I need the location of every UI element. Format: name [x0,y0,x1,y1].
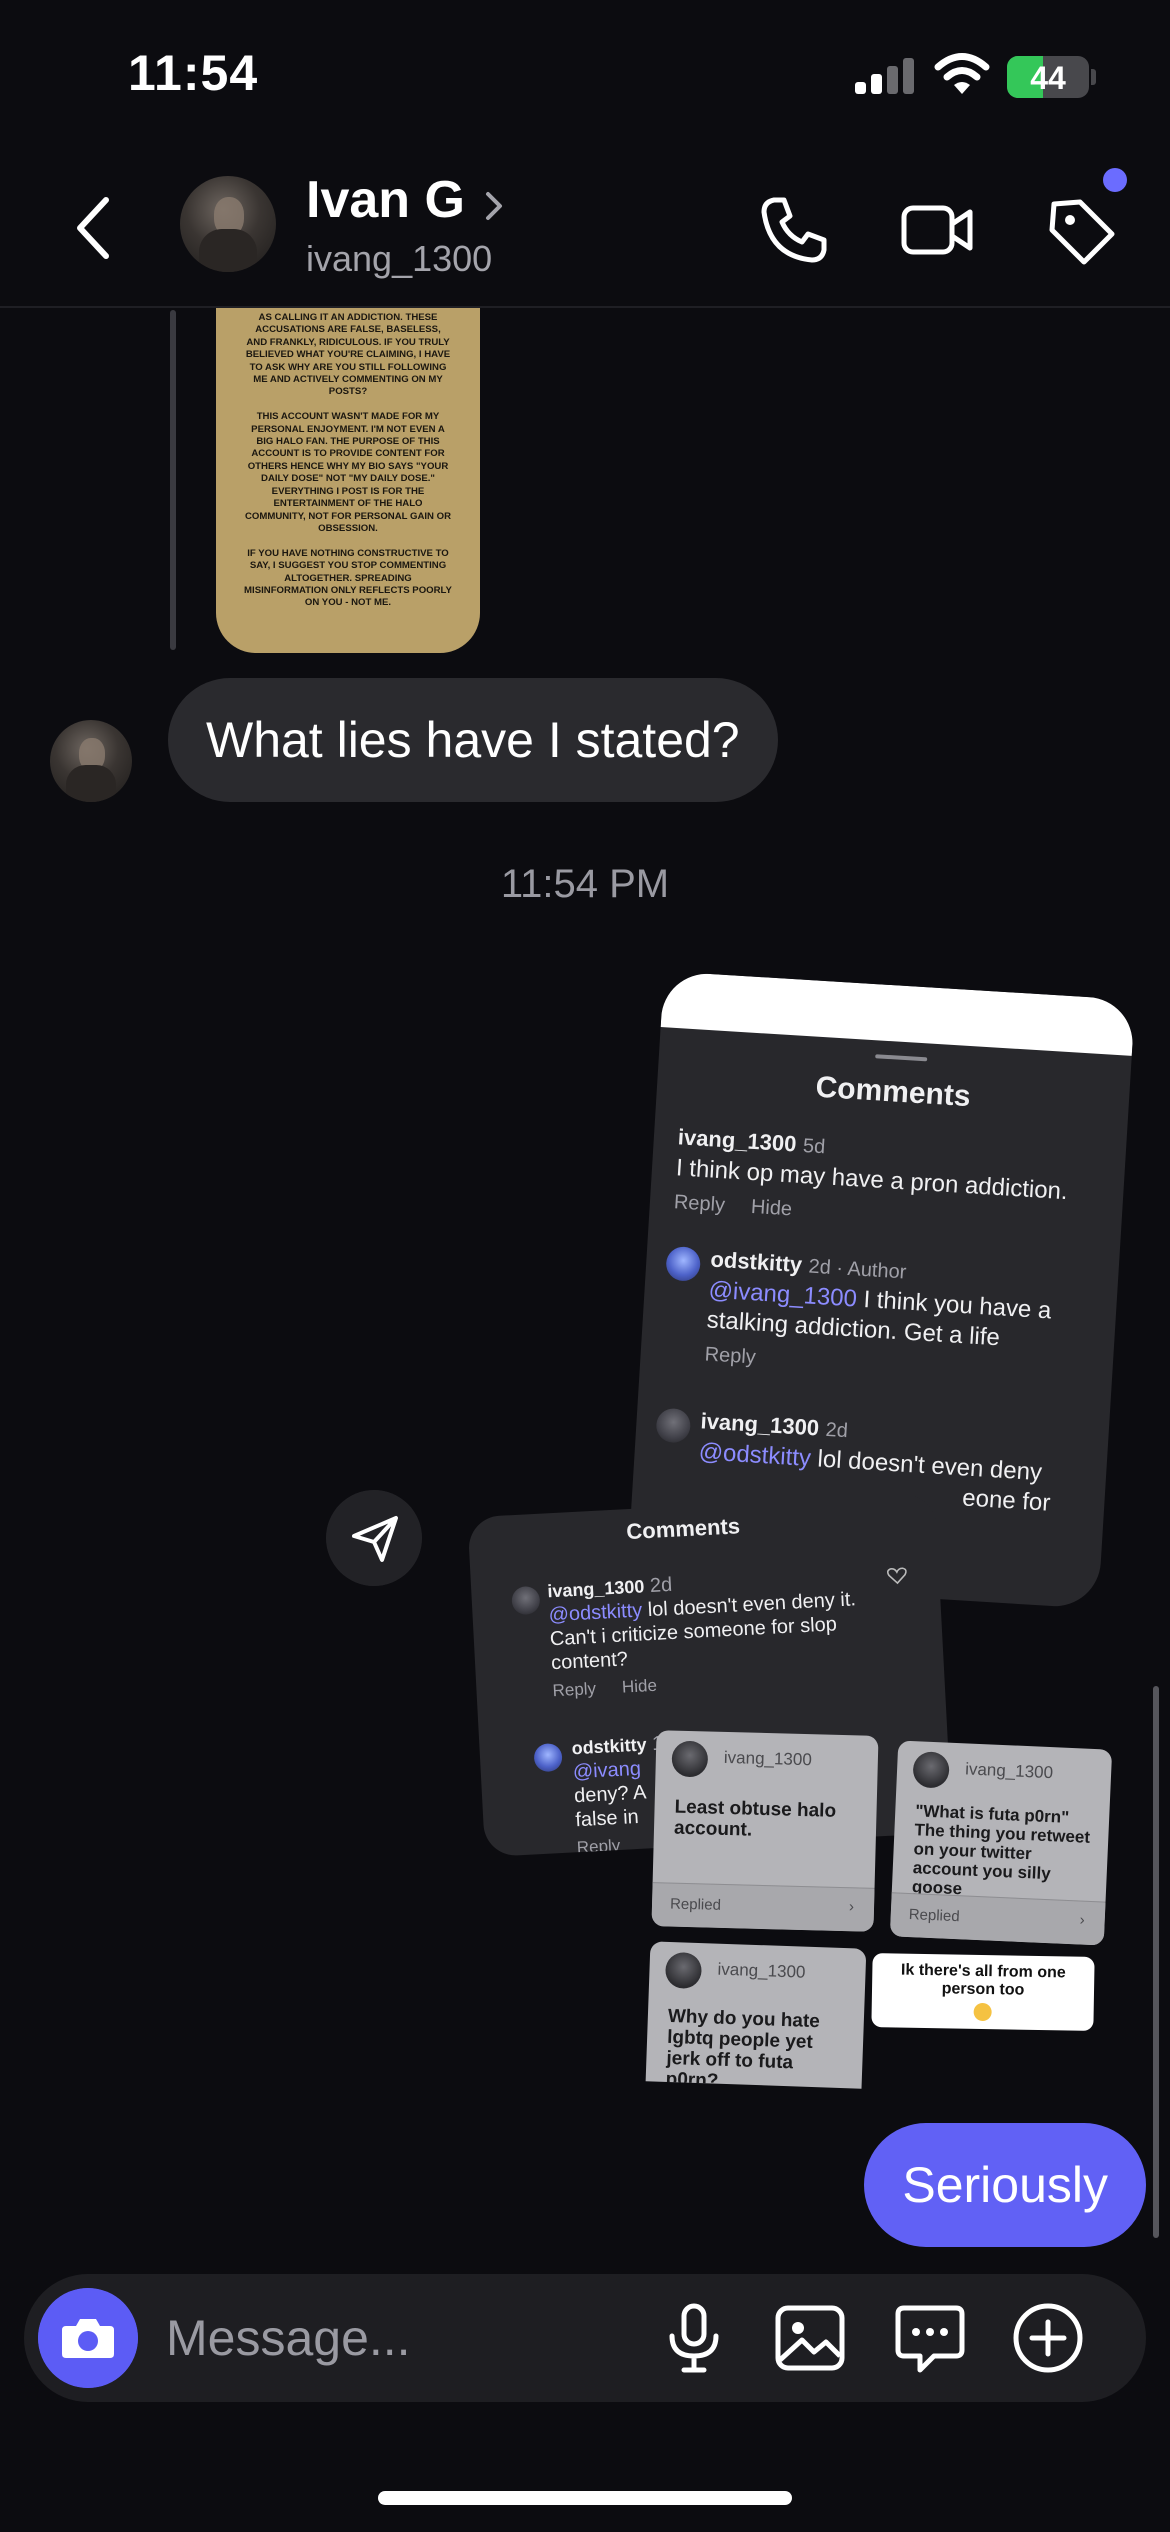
question-card: ivang_1300 Least obtuse halo account. Re… [651,1730,879,1932]
card-avatar [664,1951,703,1990]
incoming-message[interactable]: What lies have I stated? [168,678,778,802]
heart-icon [886,1567,907,1585]
battery-percent: 44 [1030,60,1066,96]
card-user: ivang_1300 [717,1959,806,1982]
comment-reply: Reply [673,1191,726,1217]
message-composer [24,2274,1146,2402]
card-avatar [671,1740,709,1778]
cellular-signal-icon [855,58,915,94]
comment-reply: Reply [552,1678,597,1701]
contact-username[interactable]: ivang_1300 [306,238,492,280]
card-question: "What is futa p0rn" The thing you retwee… [911,1801,1091,1899]
comment-mention: @odstkitty [548,1599,643,1627]
plus-circle-icon[interactable] [1008,2298,1088,2378]
comment-reply: Reply [576,1835,621,1858]
shared-screenshot-collage[interactable]: Comments ivang_1300 5d I think op may ha… [462,971,1147,2089]
caption-text: Ik there's all from one person too [900,1961,1066,1999]
comment-mention: @odstkitty [697,1438,812,1473]
comment-meta: 2d · Author [807,1255,907,1284]
screenshot-topbar [660,971,1136,1056]
comment-meta: 2d [649,1573,673,1598]
chat-bubble-icon[interactable] [890,2298,970,2378]
tag-icon[interactable] [1042,190,1122,270]
chat-header: Ivan G ivang_1300 [0,150,1170,308]
comment-avatar [511,1585,541,1616]
message-timestamp: 11:54 PM [500,862,670,906]
question-card: ivang_1300 "What is futa p0rn" The thing… [889,1740,1113,1946]
status-bar: 11:54 44 [0,0,1170,150]
story-text: AS CALLING IT AN ADDICTION. THESE ACCUSA… [244,312,452,609]
card-question: Why do you hate lgbtq people yet jerk of… [665,2005,821,2089]
message-input[interactable] [166,2298,646,2378]
comment-reply: Reply [704,1343,757,1369]
card-question: Least obtuse halo account. [673,1796,837,1841]
contact-avatar[interactable] [180,176,276,272]
scrollbar[interactable] [1153,1686,1159,2238]
chevron-right-icon[interactable] [482,186,506,226]
camera-icon[interactable] [38,2288,138,2388]
image-icon[interactable] [770,2298,850,2378]
card-footer: Replied › [651,1882,875,1932]
comments-title: Comments [814,1070,972,1114]
chevron-right-icon: › [1079,1911,1086,1929]
card-user: ivang_1300 [723,1747,813,1770]
battery-tip [1091,69,1096,85]
comment-user: ivang_1300 [677,1124,798,1157]
contact-name[interactable]: Ivan G [306,170,465,230]
comment-avatar [533,1742,563,1773]
comment-hide: Hide [621,1675,658,1697]
phone-icon[interactable] [754,190,834,270]
home-indicator[interactable] [378,2491,792,2505]
comment: ivang_1300 5d I think op may have a pron… [673,1122,1112,1243]
video-camera-icon[interactable] [898,190,978,270]
comment-avatar [655,1407,692,1444]
back-button[interactable] [62,188,122,268]
comment-avatar [665,1245,702,1282]
status-time: 11:54 [128,45,259,101]
comment-user: ivang_1300 [546,1576,645,1602]
comment-user: odstkitty [571,1734,648,1759]
comment: ivang_1300 2d @odstkitty lol doesn't eve… [547,1562,885,1703]
comment-meta: 2d [824,1418,849,1443]
chevron-right-icon: › [848,1898,855,1916]
microphone-icon[interactable] [654,2298,734,2378]
comments-title: Comments [625,1513,741,1545]
outgoing-message[interactable]: Seriously [864,2123,1146,2247]
card-footer: Replied › [889,1892,1106,1946]
card-user: ivang_1300 [964,1759,1054,1783]
sender-avatar[interactable] [50,720,132,802]
comment-user: odstkitty [709,1246,803,1278]
comment: odstkitty 2d · Author @ivang_1300 I thin… [704,1245,1105,1394]
question-card: ivang_1300 Why do you hate lgbtq people … [645,1941,867,2089]
card-status: Replied [669,1895,722,1914]
wifi-icon [934,53,990,94]
reply-thread-line [170,310,176,650]
comment-meta: 5d [802,1134,826,1159]
card-avatar [912,1751,950,1789]
shared-story-image[interactable]: AS CALLING IT AN ADDICTION. THESE ACCUSA… [216,308,480,653]
emoji-icon [973,2002,992,2022]
comment-user: ivang_1300 [699,1408,820,1441]
story-caption: Ik there's all from one person too [871,1953,1095,2031]
send-icon[interactable] [326,1490,422,1586]
card-status: Replied [908,1906,960,1926]
battery-icon: 44 [1007,56,1089,98]
sheet-grabber [875,1054,928,1062]
notification-dot [1103,168,1127,192]
comment-hide: Hide [750,1195,793,1221]
